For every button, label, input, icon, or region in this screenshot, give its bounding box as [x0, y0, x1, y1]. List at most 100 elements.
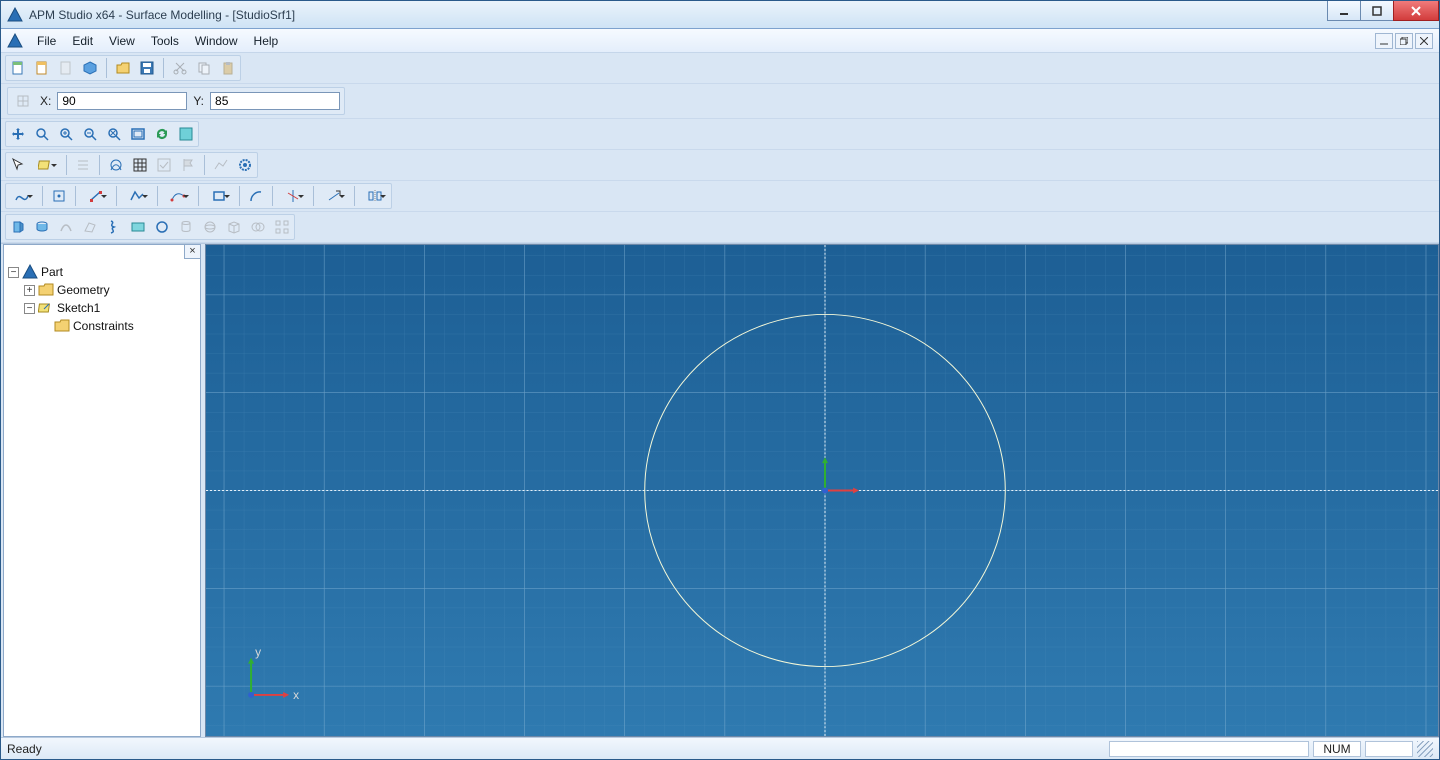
tree-constraints[interactable]: Constraints: [6, 317, 198, 335]
circle-feature-icon[interactable]: [151, 216, 173, 238]
refresh-icon[interactable]: [151, 123, 173, 145]
open-icon[interactable]: [112, 57, 134, 79]
extrude-icon[interactable]: [7, 216, 29, 238]
tree-geometry[interactable]: + Geometry: [6, 281, 198, 299]
new-disabled-icon: [55, 57, 77, 79]
tree-sketch1[interactable]: − Sketch1: [6, 299, 198, 317]
status-num: NUM: [1313, 741, 1361, 757]
resize-grip[interactable]: [1417, 741, 1433, 757]
coord-y-input[interactable]: [210, 92, 340, 110]
arc-icon[interactable]: [245, 185, 267, 207]
sphere-icon: [199, 216, 221, 238]
mesh-flag-icon: [177, 154, 199, 176]
cut-icon: [169, 57, 191, 79]
settings-gear-icon[interactable]: [234, 154, 256, 176]
menu-help[interactable]: Help: [246, 31, 287, 51]
toolbar-view: [1, 119, 1439, 150]
plane-icon[interactable]: [127, 216, 149, 238]
mesh-wire-icon[interactable]: [105, 154, 127, 176]
toolbars-area: X: Y:: [1, 53, 1439, 243]
status-ready: Ready: [7, 742, 42, 756]
rectangle-icon[interactable]: [204, 185, 234, 207]
tree-close-button[interactable]: ×: [184, 245, 200, 259]
toolbar-selection: [1, 150, 1439, 181]
new-model-icon[interactable]: [79, 57, 101, 79]
polyline-icon[interactable]: [122, 185, 152, 207]
mesh-grid-icon[interactable]: [129, 154, 151, 176]
minimize-button[interactable]: [1327, 1, 1361, 21]
menu-file[interactable]: File: [29, 31, 64, 51]
mdi-close-button[interactable]: [1415, 33, 1433, 49]
pattern-icon: [271, 216, 293, 238]
title-bar: APM Studio x64 - Surface Modelling - [St…: [1, 1, 1439, 29]
close-button[interactable]: [1393, 1, 1439, 21]
box-icon: [223, 216, 245, 238]
zoom-fit-icon[interactable]: [127, 123, 149, 145]
model-tree-panel: × − Part + Geometry − Sketch1: [3, 244, 201, 737]
toolbar-features: [1, 212, 1439, 243]
mdi-minimize-button[interactable]: [1375, 33, 1393, 49]
new-template-icon[interactable]: [31, 57, 53, 79]
tree-sketch-label: Sketch1: [57, 301, 100, 315]
sweep-icon: [55, 216, 77, 238]
list-icon: [72, 154, 94, 176]
workspace: × − Part + Geometry − Sketch1: [1, 243, 1439, 737]
toolbar-file: [1, 53, 1439, 84]
point-icon[interactable]: [48, 185, 70, 207]
spline-icon[interactable]: [7, 185, 37, 207]
menu-tools[interactable]: Tools: [143, 31, 187, 51]
zoom-window-icon[interactable]: [31, 123, 53, 145]
zoom-out-icon[interactable]: [79, 123, 101, 145]
sketch-icon: [38, 300, 54, 316]
cursor-icon[interactable]: [7, 154, 29, 176]
paste-icon: [217, 57, 239, 79]
folder-icon: [54, 318, 70, 334]
menu-bar: File Edit View Tools Window Help: [1, 29, 1439, 53]
viewport[interactable]: x y: [205, 244, 1439, 737]
menu-window[interactable]: Window: [187, 31, 246, 51]
coord-y-label: Y:: [193, 94, 204, 108]
tree-constraints-label: Constraints: [73, 319, 134, 333]
window-title: APM Studio x64 - Surface Modelling - [St…: [29, 8, 1328, 22]
loft-icon: [79, 216, 101, 238]
dimension-icon[interactable]: [319, 185, 349, 207]
helix-icon[interactable]: [103, 216, 125, 238]
svg-text:x: x: [293, 688, 299, 702]
svg-text:y: y: [255, 645, 261, 659]
status-field-3: [1365, 741, 1413, 757]
pan-icon[interactable]: [7, 123, 29, 145]
bezier-icon[interactable]: [163, 185, 193, 207]
trim-icon[interactable]: [278, 185, 308, 207]
mdi-restore-button[interactable]: [1395, 33, 1413, 49]
tree-geometry-label: Geometry: [57, 283, 110, 297]
coord-x-input[interactable]: [57, 92, 187, 110]
menu-edit[interactable]: Edit: [64, 31, 101, 51]
mesh-check-icon: [153, 154, 175, 176]
status-field-1: [1109, 741, 1309, 757]
redraw-icon[interactable]: [175, 123, 197, 145]
graph-icon: [210, 154, 232, 176]
sketch-plane-icon[interactable]: [31, 154, 61, 176]
app-icon: [7, 7, 23, 23]
status-bar: Ready NUM: [1, 737, 1439, 759]
coord-x-label: X:: [40, 94, 51, 108]
line-icon[interactable]: [81, 185, 111, 207]
mirror-icon[interactable]: [360, 185, 390, 207]
zoom-in-icon[interactable]: [55, 123, 77, 145]
zoom-all-icon[interactable]: [103, 123, 125, 145]
folder-icon: [38, 282, 54, 298]
menu-view[interactable]: View: [101, 31, 143, 51]
tree-root-part[interactable]: − Part: [6, 263, 198, 281]
boolean-icon: [247, 216, 269, 238]
save-icon[interactable]: [136, 57, 158, 79]
toolbar-sketch: [1, 181, 1439, 212]
coord-lock-icon: [12, 90, 34, 112]
new-file-icon[interactable]: [7, 57, 29, 79]
tree-root-label: Part: [41, 265, 63, 279]
maximize-button[interactable]: [1360, 1, 1394, 21]
revolve-icon[interactable]: [31, 216, 53, 238]
toolbar-coords: X: Y:: [1, 84, 1439, 119]
app-small-icon: [7, 33, 23, 49]
part-icon: [22, 264, 38, 280]
cylinder-icon: [175, 216, 197, 238]
